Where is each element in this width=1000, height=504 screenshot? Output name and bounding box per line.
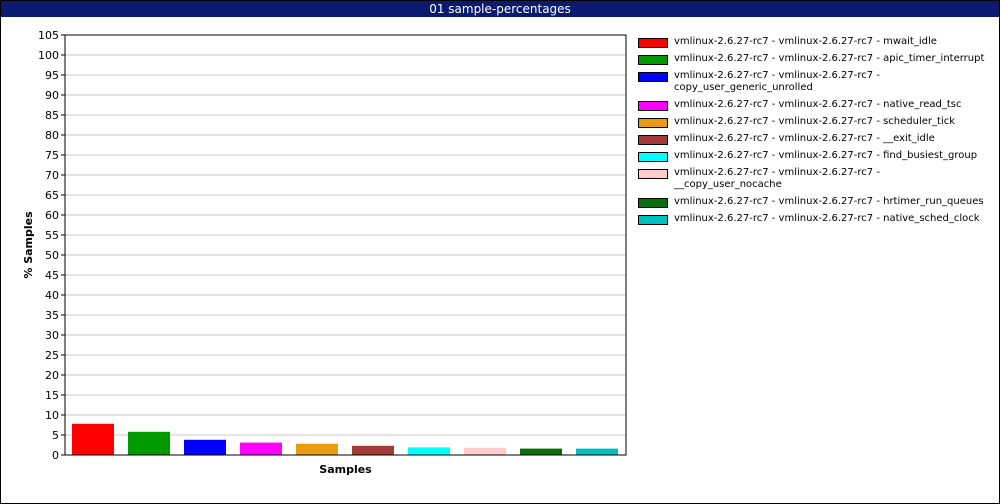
y-tick-label: 65 (45, 189, 59, 202)
x-axis-label: Samples (319, 463, 372, 476)
y-tick-label: 100 (38, 49, 59, 62)
y-tick-label: 0 (52, 449, 59, 462)
bar-10 (576, 448, 618, 455)
y-tick-label: 50 (45, 249, 59, 262)
y-tick-label: 80 (45, 129, 59, 142)
y-tick-label: 5 (52, 429, 59, 442)
legend-swatch (638, 169, 668, 179)
y-tick-label: 10 (45, 409, 59, 422)
legend-label: vmlinux-2.6.27-rc7 - vmlinux-2.6.27-rc7 … (674, 36, 937, 47)
legend-label: vmlinux-2.6.27-rc7 - vmlinux-2.6.27-rc7 … (674, 99, 962, 110)
bar-2 (128, 431, 170, 455)
legend-swatch (638, 135, 668, 145)
bar-4 (240, 442, 282, 455)
gridlines (65, 34, 626, 456)
bar-6 (352, 445, 394, 455)
bar-5 (296, 443, 338, 455)
y-tick-label: 35 (45, 309, 59, 322)
bar-9 (520, 448, 562, 455)
y-tick-label: 90 (45, 89, 59, 102)
bar-7 (408, 447, 450, 455)
y-tick-label: 95 (45, 69, 59, 82)
legend-label: vmlinux-2.6.27-rc7 - vmlinux-2.6.27-rc7 … (674, 150, 978, 161)
y-axis-label: % Samples (22, 211, 35, 279)
bar-3 (184, 439, 226, 455)
y-tick-label: 75 (45, 149, 59, 162)
y-tick-label: 15 (45, 389, 59, 402)
y-tick-label: 30 (45, 329, 59, 342)
legend-label: vmlinux-2.6.27-rc7 - vmlinux-2.6.27-rc7 … (674, 196, 984, 207)
y-axis-ticks: 0 5 10 15 20 25 30 35 40 45 50 55 60 65 70 75 80 85 90 95 10… (38, 29, 65, 462)
bars (72, 423, 618, 455)
legend-label: vmlinux-2.6.27-rc7 - vmlinux-2.6.27-rc7 … (674, 53, 985, 64)
bar-8 (464, 447, 506, 455)
legend-swatch (638, 215, 668, 225)
legend-swatch (638, 55, 668, 65)
legend-item: vmlinux-2.6.27-rc7 - vmlinux-2.6.27-rc7 … (638, 116, 993, 128)
legend-swatch (638, 72, 668, 82)
bar-1 (72, 423, 114, 455)
y-tick-label: 45 (45, 269, 59, 282)
plot-area (64, 34, 627, 456)
y-tick-label: 85 (45, 109, 59, 122)
legend-item: vmlinux-2.6.27-rc7 - vmlinux-2.6.27-rc7 … (638, 196, 993, 208)
y-tick-label: 55 (45, 229, 59, 242)
legend-item: vmlinux-2.6.27-rc7 - vmlinux-2.6.27-rc7 … (638, 167, 993, 191)
legend-item: vmlinux-2.6.27-rc7 - vmlinux-2.6.27-rc7 … (638, 53, 993, 65)
legend-label: vmlinux-2.6.27-rc7 - vmlinux-2.6.27-rc7 … (674, 133, 935, 144)
legend-label: vmlinux-2.6.27-rc7 - vmlinux-2.6.27-rc7 … (674, 213, 980, 224)
legend-swatch (638, 118, 668, 128)
legend-swatch (638, 152, 668, 162)
legend-item: vmlinux-2.6.27-rc7 - vmlinux-2.6.27-rc7 … (638, 36, 993, 48)
legend-item: vmlinux-2.6.27-rc7 - vmlinux-2.6.27-rc7 … (638, 70, 993, 94)
legend-label: vmlinux-2.6.27-rc7 - vmlinux-2.6.27-rc7 … (674, 167, 880, 190)
legend-item: vmlinux-2.6.27-rc7 - vmlinux-2.6.27-rc7 … (638, 133, 993, 145)
legend-swatch (638, 38, 668, 48)
legend: vmlinux-2.6.27-rc7 - vmlinux-2.6.27-rc7 … (638, 36, 993, 230)
y-tick-label: 20 (45, 369, 59, 382)
y-tick-label: 60 (45, 209, 59, 222)
legend-swatch (638, 101, 668, 111)
y-tick-label: 25 (45, 349, 59, 362)
legend-swatch (638, 198, 668, 208)
legend-item: vmlinux-2.6.27-rc7 - vmlinux-2.6.27-rc7 … (638, 99, 993, 111)
legend-label: vmlinux-2.6.27-rc7 - vmlinux-2.6.27-rc7 … (674, 70, 880, 93)
y-tick-label: 70 (45, 169, 59, 182)
y-tick-label: 40 (45, 289, 59, 302)
y-tick-label: 105 (38, 29, 59, 42)
legend-label: vmlinux-2.6.27-rc7 - vmlinux-2.6.27-rc7 … (674, 116, 956, 127)
legend-item: vmlinux-2.6.27-rc7 - vmlinux-2.6.27-rc7 … (638, 213, 993, 225)
legend-item: vmlinux-2.6.27-rc7 - vmlinux-2.6.27-rc7 … (638, 150, 993, 162)
